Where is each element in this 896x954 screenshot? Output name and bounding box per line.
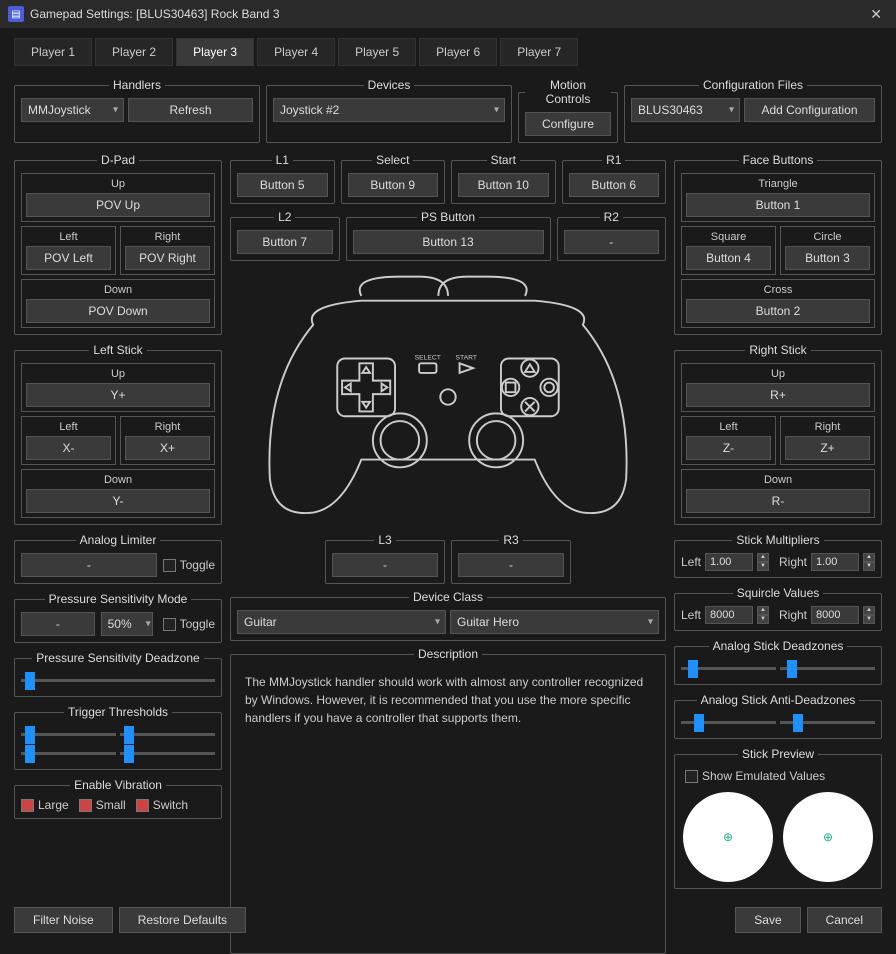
analog-antidead-r-slider[interactable] xyxy=(780,721,875,724)
lstick-legend: Left Stick xyxy=(89,343,146,357)
window-title: Gamepad Settings: [BLUS30463] Rock Band … xyxy=(30,7,864,21)
handlers-select[interactable]: MMJoystick xyxy=(21,98,124,122)
squircle-right[interactable] xyxy=(811,606,859,624)
devices-select[interactable]: Joystick #2 xyxy=(273,98,505,122)
trigger-r-slider-a[interactable] xyxy=(120,733,215,736)
add-config-button[interactable]: Add Configuration xyxy=(744,98,875,122)
face-square-button[interactable]: Button 4 xyxy=(686,246,771,270)
analog-limiter-button[interactable]: - xyxy=(21,553,157,577)
rstick-right-button[interactable]: Z+ xyxy=(785,436,870,460)
start-button[interactable]: Button 10 xyxy=(458,173,549,197)
lstick-right-button[interactable]: X+ xyxy=(125,436,210,460)
trigger-r-slider-b[interactable] xyxy=(120,752,215,755)
rstick-up-button[interactable]: R+ xyxy=(686,383,870,407)
face-triangle-button[interactable]: Button 1 xyxy=(686,193,870,217)
squircle-legend: Squircle Values xyxy=(733,586,824,600)
pressure-mode-toggle[interactable] xyxy=(163,618,176,631)
titlebar: ▤ Gamepad Settings: [BLUS30463] Rock Ban… xyxy=(0,0,896,28)
pressure-dead-slider[interactable] xyxy=(21,679,215,682)
analog-antidead-legend: Analog Stick Anti-Deadzones xyxy=(697,693,860,707)
cancel-button[interactable]: Cancel xyxy=(807,907,882,933)
pressure-mode-button[interactable]: - xyxy=(21,612,95,636)
analog-antidead-l-slider[interactable] xyxy=(681,721,776,724)
r3-button[interactable]: - xyxy=(458,553,564,577)
face-circle-button[interactable]: Button 3 xyxy=(785,246,870,270)
crosshair-icon: ⊕ xyxy=(823,830,833,844)
vib-large-check[interactable] xyxy=(21,799,34,812)
tab-player-1[interactable]: Player 1 xyxy=(14,38,92,66)
ps-button[interactable]: Button 13 xyxy=(353,230,544,254)
face-legend: Face Buttons xyxy=(739,153,818,167)
refresh-button[interactable]: Refresh xyxy=(128,98,253,122)
pressure-pct-select[interactable]: 50% xyxy=(101,612,153,636)
l3-button[interactable]: - xyxy=(332,553,438,577)
close-icon[interactable]: ✕ xyxy=(864,6,888,23)
dpad-up-button[interactable]: POV Up xyxy=(26,193,210,217)
filter-noise-button[interactable]: Filter Noise xyxy=(14,907,113,933)
lstick-up-button[interactable]: Y+ xyxy=(26,383,210,407)
svg-text:SELECT: SELECT xyxy=(415,354,441,361)
motion-configure-button[interactable]: Configure xyxy=(525,112,611,136)
motion-legend: Motion Controls xyxy=(525,78,611,106)
dpad-down-button[interactable]: POV Down xyxy=(26,299,210,323)
stick-mult-legend: Stick Multipliers xyxy=(732,533,823,547)
svg-text:START: START xyxy=(456,354,477,361)
r2-button[interactable]: - xyxy=(564,230,660,254)
tab-player-4[interactable]: Player 4 xyxy=(257,38,335,66)
config-select[interactable]: BLUS30463 xyxy=(631,98,740,122)
rstick-left-button[interactable]: Z- xyxy=(686,436,771,460)
save-button[interactable]: Save xyxy=(735,907,800,933)
stick-mult-right[interactable] xyxy=(811,553,859,571)
device-class-b-select[interactable]: Guitar Hero xyxy=(450,610,659,634)
tab-player-3[interactable]: Player 3 xyxy=(176,38,254,66)
stick-preview-legend: Stick Preview xyxy=(738,747,818,761)
lstick-left-button[interactable]: X- xyxy=(26,436,111,460)
dpad-left-button[interactable]: POV Left xyxy=(26,246,111,270)
tab-player-5[interactable]: Player 5 xyxy=(338,38,416,66)
device-class-legend: Device Class xyxy=(409,590,487,604)
rstick-down-button[interactable]: R- xyxy=(686,489,870,513)
stick-mult-left[interactable] xyxy=(705,553,753,571)
trigger-thresh-legend: Trigger Thresholds xyxy=(64,705,172,719)
description-text: The MMJoystick handler should work with … xyxy=(237,667,659,947)
r1-button[interactable]: Button 6 xyxy=(569,173,660,197)
l1-button[interactable]: Button 5 xyxy=(237,173,328,197)
tab-player-6[interactable]: Player 6 xyxy=(419,38,497,66)
right-stick-preview: ⊕ xyxy=(783,792,873,882)
tab-player-2[interactable]: Player 2 xyxy=(95,38,173,66)
vib-small-check[interactable] xyxy=(79,799,92,812)
description-legend: Description xyxy=(414,647,482,661)
select-button[interactable]: Button 9 xyxy=(348,173,439,197)
analog-limiter-legend: Analog Limiter xyxy=(76,533,161,547)
devices-legend: Devices xyxy=(364,78,415,92)
trigger-l-slider-a[interactable] xyxy=(21,733,116,736)
pressure-mode-legend: Pressure Sensitivity Mode xyxy=(45,592,192,606)
rstick-legend: Right Stick xyxy=(745,343,810,357)
analog-limiter-toggle[interactable] xyxy=(163,559,176,572)
lstick-down-button[interactable]: Y- xyxy=(26,489,210,513)
trigger-l-slider-b[interactable] xyxy=(21,752,116,755)
face-cross-button[interactable]: Button 2 xyxy=(686,299,870,323)
crosshair-icon: ⊕ xyxy=(723,830,733,844)
l2-button[interactable]: Button 7 xyxy=(237,230,333,254)
analog-dead-legend: Analog Stick Deadzones xyxy=(709,639,848,653)
controller-diagram: SELECT START xyxy=(230,267,666,527)
tab-player-7[interactable]: Player 7 xyxy=(500,38,578,66)
left-stick-preview: ⊕ xyxy=(683,792,773,882)
handlers-legend: Handlers xyxy=(109,78,165,92)
device-class-a-select[interactable]: Guitar xyxy=(237,610,446,634)
app-icon: ▤ xyxy=(8,6,24,22)
config-legend: Configuration Files xyxy=(699,78,807,92)
vibration-legend: Enable Vibration xyxy=(70,778,166,792)
player-tabs: Player 1 Player 2 Player 3 Player 4 Play… xyxy=(14,38,882,66)
dpad-legend: D-Pad xyxy=(97,153,139,167)
vib-switch-check[interactable] xyxy=(136,799,149,812)
show-emulated-check[interactable] xyxy=(685,770,698,783)
analog-dead-r-slider[interactable] xyxy=(780,667,875,670)
squircle-left[interactable] xyxy=(705,606,753,624)
restore-defaults-button[interactable]: Restore Defaults xyxy=(119,907,246,933)
dpad-right-button[interactable]: POV Right xyxy=(125,246,210,270)
analog-dead-l-slider[interactable] xyxy=(681,667,776,670)
pressure-dead-legend: Pressure Sensitivity Deadzone xyxy=(32,651,203,665)
